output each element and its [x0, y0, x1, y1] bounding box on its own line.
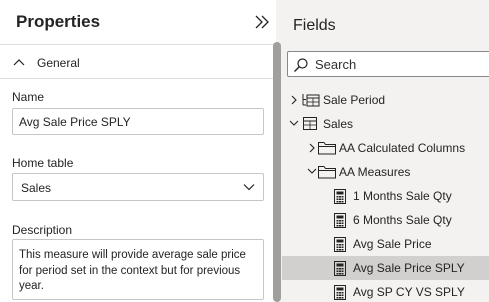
tree-item-label: Avg SP CY VS SPLY — [353, 285, 465, 299]
chevron-down-icon[interactable] — [289, 119, 299, 127]
tree-item-measure[interactable]: 6 Months Sale Qty — [282, 208, 489, 232]
collapse-pane-button[interactable] — [252, 11, 272, 33]
tree-item-aa-calculated-columns[interactable]: AA Calculated Columns — [282, 136, 489, 160]
divider — [0, 44, 276, 45]
hierarchy-table-icon — [302, 94, 320, 107]
search-placeholder: Search — [315, 57, 357, 72]
double-chevron-right-icon — [255, 15, 269, 29]
calculator-icon — [334, 261, 346, 276]
chevron-right-icon[interactable] — [308, 143, 316, 153]
home-table-label: Home table — [12, 156, 74, 170]
tree-item-label: AA Calculated Columns — [339, 141, 466, 155]
general-section-header[interactable]: General — [0, 46, 276, 78]
name-label: Name — [12, 90, 45, 104]
properties-pane: Properties General Name Avg Sale Price S… — [0, 0, 282, 302]
tree-item-label: Sale Period — [323, 93, 386, 107]
tree-item-sales[interactable]: Sales — [282, 112, 489, 136]
tree-item-label: Sales — [323, 117, 354, 131]
properties-title: Properties — [16, 12, 101, 31]
calculator-icon — [334, 213, 346, 228]
chevron-down-icon[interactable] — [307, 167, 317, 175]
calculator-icon — [334, 285, 346, 300]
chevron-up-icon — [13, 59, 25, 66]
description-label: Description — [12, 223, 73, 237]
tree-item-label: 6 Months Sale Qty — [353, 213, 452, 227]
general-section-label: General — [37, 56, 80, 70]
calculator-icon — [334, 237, 346, 252]
fields-title: Fields — [293, 17, 336, 34]
tree-item-sale-period[interactable]: Sale Period — [282, 88, 489, 112]
home-table-value: Sales — [21, 181, 52, 195]
description-textarea[interactable]: This measure will provide average sale p… — [12, 239, 264, 300]
scrollbar-thumb[interactable] — [273, 42, 281, 302]
name-input[interactable]: Avg Sale Price SPLY — [12, 108, 264, 135]
chevron-down-icon — [243, 184, 255, 191]
folder-icon — [318, 166, 336, 179]
tree-item-label: AA Measures — [339, 165, 411, 179]
tree-item-label: 1 Months Sale Qty — [353, 189, 452, 203]
search-input[interactable]: Search — [287, 51, 489, 77]
tree-item-measure[interactable]: 1 Months Sale Qty — [282, 184, 489, 208]
chevron-right-icon[interactable] — [290, 95, 298, 105]
tree-item-measure-selected[interactable]: Avg Sale Price SPLY — [282, 256, 489, 280]
tree-item-aa-measures[interactable]: AA Measures — [282, 160, 489, 184]
tree-item-label: Avg Sale Price SPLY — [353, 261, 465, 275]
fields-pane: Fields Search Sale Period Sales AA Calcu… — [282, 0, 489, 302]
folder-icon — [318, 142, 336, 155]
table-icon — [303, 117, 317, 130]
divider — [0, 78, 276, 79]
calculator-icon — [334, 189, 346, 204]
tree-item-measure[interactable]: Avg SP CY VS SPLY — [282, 280, 489, 302]
tree-item-label: Avg Sale Price — [353, 237, 432, 251]
home-table-select[interactable]: Sales — [12, 173, 264, 201]
tree-item-measure[interactable]: Avg Sale Price — [282, 232, 489, 256]
search-icon — [294, 58, 308, 72]
